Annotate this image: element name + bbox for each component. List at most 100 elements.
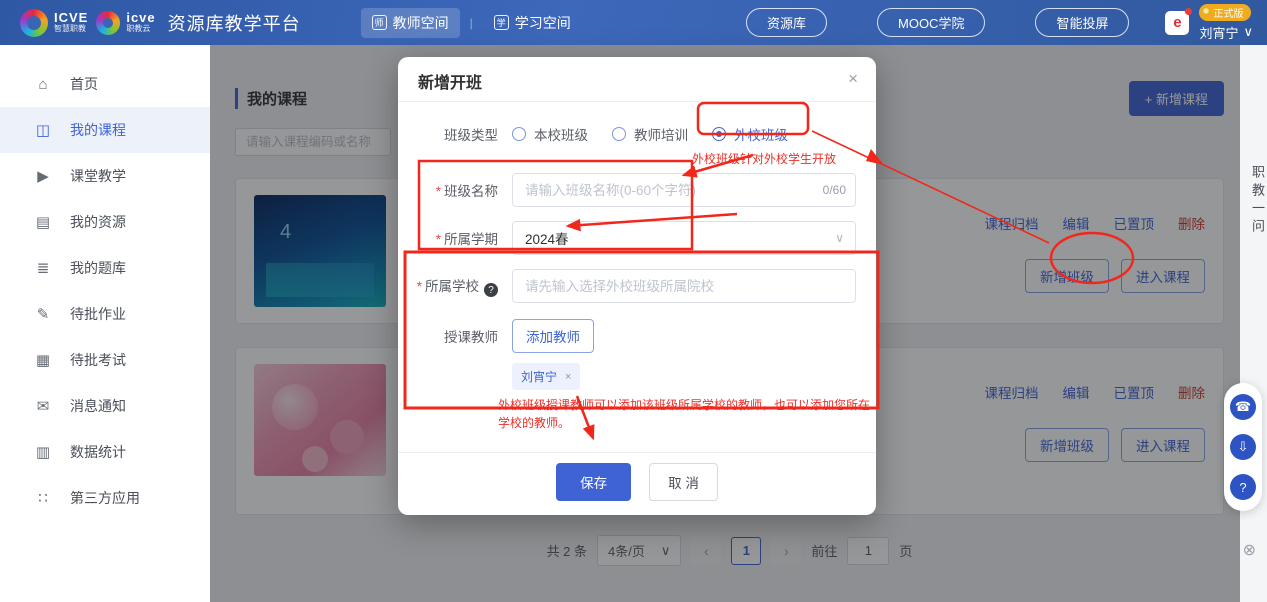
apps-grid-icon: ∷ [34,489,52,507]
smart-cast-button[interactable]: 智能投屏 [1035,8,1129,37]
required-mark: * [417,279,422,294]
top-header: ICVE 智慧职教 icve 职教云 资源库教学平台 师 教师空间 | 学 学习… [0,0,1267,45]
sidebar-item-label: 首页 [70,74,98,94]
cancel-button[interactable]: 取 消 [649,463,718,501]
list-icon: ≣ [34,259,52,277]
icve-logo-icon [20,9,48,37]
user-name: 刘宵宁 [1199,23,1238,42]
radio-label: 教师培训 [634,124,688,144]
sidebar-item-label: 第三方应用 [70,488,140,508]
version-badge: 正式版 [1199,4,1251,21]
help-circle-icon[interactable]: ? [484,283,498,297]
close-icon[interactable]: × [848,69,858,89]
chart-icon: ▥ [34,443,52,461]
mooc-college-button[interactable]: MOOC学院 [877,8,985,37]
class-type-label: 班级类型 [398,124,498,144]
brand2-line2: 职教云 [126,25,155,34]
radio-external-school-class[interactable]: 外校班级 [712,124,788,144]
school-input[interactable] [512,269,856,303]
download-icon[interactable]: ⇩ [1230,434,1256,460]
sidebar-item-label: 数据统计 [70,442,126,462]
right-rail: 职教一问 [1240,45,1267,602]
sidebar-item-label: 我的课程 [70,120,126,140]
header-pills: 资源库 MOOC学院 智能投屏 [746,8,1129,37]
school-label: *所属学校? [398,275,498,298]
app-title: 资源库教学平台 [168,10,301,36]
radio-label: 本校班级 [534,124,588,144]
term-value: 2024春 [525,228,569,248]
class-name-input[interactable] [512,173,856,207]
sidebar-item-messages[interactable]: ✉ 消息通知 [0,383,210,429]
message-icon: ✉ [34,397,52,415]
class-name-label: *班级名称 [398,180,498,200]
external-class-hint: 外校班级针对外校学生开放 [398,150,836,165]
chevron-down-icon: ∨ [835,231,844,245]
sidebar-item-pending-homework[interactable]: ✎ 待批作业 [0,291,210,337]
sidebar-item-my-courses[interactable]: ◫ 我的课程 [0,107,210,153]
customer-service-icon[interactable]: ☎ [1230,394,1256,420]
library-icon: ▤ [34,213,52,231]
edit-doc-icon: ✎ [34,305,52,323]
required-mark: * [436,232,441,247]
notification-dot [1185,8,1192,15]
help-icon[interactable]: ? [1230,474,1256,500]
modal-title: 新增开班 [418,75,482,92]
sidebar-item-label: 待批考试 [70,350,126,370]
teacher-tag: 刘宵宁 × [512,363,580,390]
play-video-icon: ▶ [34,167,52,185]
sidebar-item-label: 待批作业 [70,304,126,324]
radio-icon [712,127,726,141]
sidebar: ⌂ 首页 ◫ 我的课程 ▶ 课堂教学 ▤ 我的资源 ≣ 我的题库 ✎ 待批作业 … [0,45,210,602]
user-menu[interactable]: 刘宵宁 ∨ [1199,23,1253,42]
remove-teacher-icon[interactable]: × [565,371,571,383]
add-teacher-button[interactable]: 添加教师 [512,319,594,353]
home-icon: ⌂ [34,76,52,93]
radio-label: 外校班级 [734,124,788,144]
add-class-modal: 新增开班 × 班级类型 本校班级 教师培训 外校班级 外校班级针对外校学生开 [398,57,876,515]
brand1-line2: 智慧职教 [54,25,88,34]
chevron-down-icon: ∨ [1243,24,1253,40]
resource-lib-button[interactable]: 资源库 [746,8,827,37]
brand-icve: ICVE 智慧职教 icve 职教云 资源库教学平台 [20,9,301,37]
tab-divider: | [470,16,473,30]
sidebar-item-home[interactable]: ⌂ 首页 [0,61,210,107]
sidebar-item-statistics[interactable]: ▥ 数据统计 [0,429,210,475]
tab-teacher-space[interactable]: 师 教师空间 [361,8,460,38]
learn-space-icon: 学 [494,15,509,30]
term-select[interactable]: 2024春 [512,221,856,255]
sidebar-item-my-resources[interactable]: ▤ 我的资源 [0,199,210,245]
sidebar-item-third-party-apps[interactable]: ∷ 第三方应用 [0,475,210,521]
sidebar-item-label: 我的资源 [70,212,126,232]
app-shortcut-glyph: e [1173,14,1181,31]
radio-icon [512,127,526,141]
vertical-help-tab[interactable]: 职教一问 [1240,165,1267,237]
char-counter: 0/60 [823,183,846,197]
sidebar-item-classroom-teaching[interactable]: ▶ 课堂教学 [0,153,210,199]
sidebar-item-label: 我的题库 [70,258,126,278]
radio-icon [612,127,626,141]
app-shortcut-icon[interactable]: e [1165,11,1189,35]
sidebar-item-pending-exams[interactable]: ▦ 待批考试 [0,337,210,383]
sidebar-item-question-bank[interactable]: ≣ 我的题库 [0,245,210,291]
icve-cloud-logo-icon [96,11,120,35]
exam-icon: ▦ [34,351,52,369]
floating-toolbar: ☎ ⇩ ? [1224,383,1262,511]
teacher-space-icon: 师 [372,15,387,30]
tab-teacher-space-label: 教师空间 [393,13,449,33]
teacher-hint: 外校班级授课教师可以添加该班级所属学校的教师，也可以添加您所在学校的教师。 [498,396,876,432]
teacher-label: 授课教师 [398,326,498,346]
space-tabs: 师 教师空间 | 学 学习空间 [361,8,582,38]
sidebar-item-label: 课堂教学 [70,166,126,186]
collapse-toolbar-icon[interactable]: ⊗ [1243,540,1256,560]
tab-learn-space[interactable]: 学 学习空间 [483,8,582,38]
save-button[interactable]: 保存 [556,463,631,501]
user-zone: e 正式版 刘宵宁 ∨ [1165,4,1253,42]
required-mark: * [436,184,441,199]
teacher-tag-name: 刘宵宁 [521,368,557,385]
tab-learn-space-label: 学习空间 [515,13,571,33]
radio-own-school-class[interactable]: 本校班级 [512,124,588,144]
book-icon: ◫ [34,121,52,139]
sidebar-item-label: 消息通知 [70,396,126,416]
radio-teacher-training[interactable]: 教师培训 [612,124,688,144]
term-label: *所属学期 [398,228,498,248]
